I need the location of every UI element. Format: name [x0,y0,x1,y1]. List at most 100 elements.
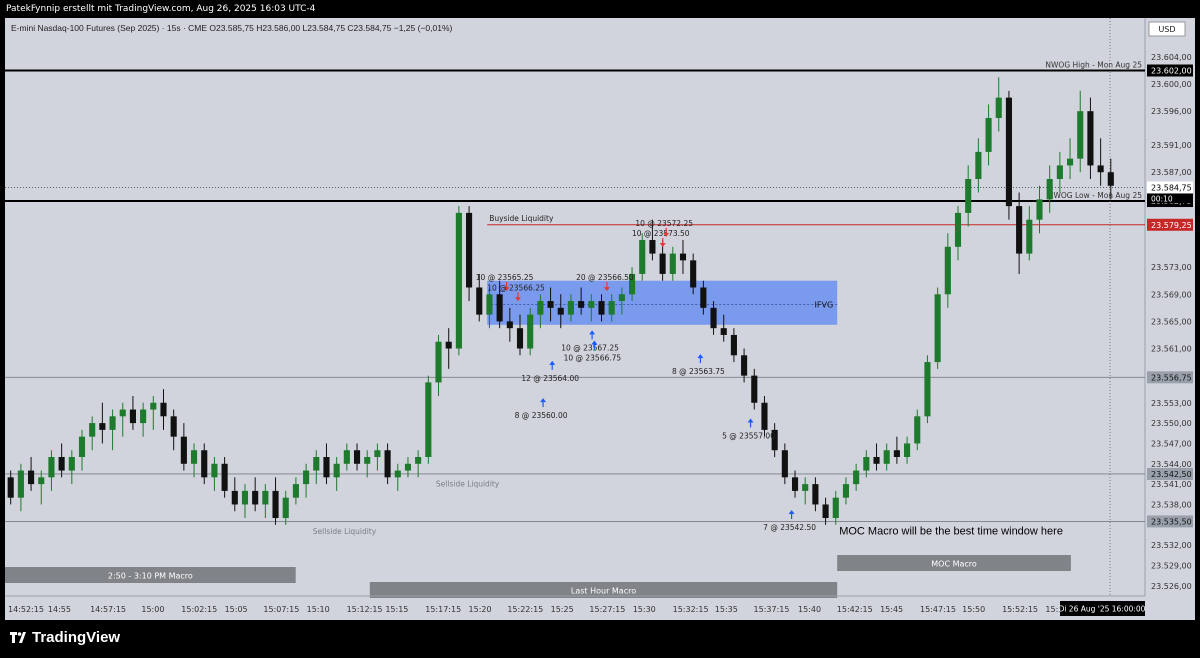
candle-body [486,294,493,315]
candle-body [832,497,839,519]
time-tick-label: 15:37:15 [754,605,790,614]
candle-body [28,470,35,485]
candle-body [1005,97,1012,207]
price-tick-label: 23.596,00 [1151,107,1192,116]
countdown-label: 00:10 [1151,194,1173,203]
candle-body [1016,206,1023,254]
time-tick-label: 15:10 [307,605,330,614]
candle-body [812,484,819,505]
candle-body [333,463,340,478]
candle-body [608,301,615,315]
candle-body [455,212,462,349]
buy-arrow-icon [747,418,754,428]
candle-body [129,409,136,424]
candle-body [476,287,483,315]
logo-text: TradingView [32,629,121,646]
candle-body [598,301,605,315]
candle-body [954,212,962,247]
candle-body [883,450,890,464]
footer-bar: TradingView [0,620,1200,658]
candle-body [415,457,422,464]
candle-body [7,477,14,498]
time-tick-label: 15:00 [141,605,164,614]
fill-label: 7 @ 23542.50 [763,523,816,532]
candle-body [934,294,941,363]
candle-body [863,457,870,471]
candle-body [975,151,982,179]
buy-arrow-icon [788,510,795,520]
candle-body [741,355,748,376]
candle-body [313,457,320,471]
symbol-info: E-mini Nasdaq-100 Futures (Sep 2025) · 1… [11,23,452,33]
buy-arrow-icon [549,360,556,370]
level-label: NWOG Low - Mon Aug 25 [1048,191,1142,200]
candlestick-chart[interactable]: E-mini Nasdaq-100 Futures (Sep 2025) · 1… [5,18,1195,620]
candle-body [1026,219,1033,254]
candle-body [109,416,116,430]
candle-body [690,260,697,288]
fill-label: 12 @ 23564.00 [521,374,579,383]
time-tick-label: 15:25 [551,605,574,614]
price-tick-label: 23.604,00 [1151,53,1192,62]
price-tick-label: 23.587,00 [1151,168,1192,177]
fill-label: 8 @ 23563.75 [672,367,725,376]
candle-body [761,402,768,430]
price-badge-label: 23.602,00 [1151,67,1192,76]
candle-body [649,240,656,254]
candle-body [1107,172,1114,186]
candle-body [578,301,585,308]
time-tick-label: 15:45 [880,605,903,614]
price-tick-label: 23.553,00 [1151,399,1192,408]
candle-body [201,450,208,478]
candle-body [425,382,432,457]
candle-body [506,321,513,329]
candle-body [537,301,544,315]
price-tick-label: 23.550,00 [1151,419,1192,428]
candle-body [659,253,666,274]
sell-arrow-icon [659,238,666,248]
candle-body [78,436,86,457]
candle-body [1097,165,1104,173]
candle-body [588,301,595,308]
candle-body [211,463,218,478]
candle-body [252,490,259,505]
time-tick-label: 15:12:15 [347,605,383,614]
candle-body [241,490,249,505]
time-tick-label: 15:40 [798,605,821,614]
candle-body [914,416,921,444]
time-tick-label: 15:17:15 [425,605,461,614]
candle-body [639,240,646,274]
price-tick-label: 23.544,00 [1151,460,1192,469]
candle-body [567,301,574,315]
time-tick-label: 15:35 [715,605,738,614]
candle-body [669,253,676,274]
candle-body [38,477,45,485]
candle-body [160,402,167,417]
price-tick-label: 23.526,00 [1151,582,1192,591]
price-badge-label: 23.579,25 [1151,221,1192,230]
price-tick-label: 23.600,00 [1151,80,1192,89]
time-tick-label: 15:22:15 [507,605,543,614]
candle-body [272,490,279,519]
fill-label: 10 @ 23573.50 [632,229,690,238]
candle-body [435,341,442,383]
buy-arrow-icon [697,354,704,364]
candle-body [231,490,238,505]
sellside-liquidity-label: Sellside Liquidity [313,527,377,536]
candle-body [303,470,310,485]
tradingview-logo[interactable]: TradingView [10,629,120,646]
candle-body [180,436,187,464]
time-tick-label: 15:07:15 [263,605,299,614]
candle-body [802,484,809,491]
candle-body [394,470,401,478]
fill-label: 10 @ 23567.25 [561,343,619,352]
chart-area[interactable]: E-mini Nasdaq-100 Futures (Sep 2025) · 1… [5,18,1195,620]
candle-body [282,497,289,519]
candle-body [873,457,880,464]
time-tick-label: 15:02:15 [181,605,217,614]
time-badge-label: Di 26 Aug '25 16:00:00 [1059,605,1146,614]
price-tick-label: 23.561,00 [1151,345,1192,354]
session-label: MOC Macro [931,560,977,569]
candle-body [262,490,269,505]
price-tick-label: 23.532,00 [1151,541,1192,550]
